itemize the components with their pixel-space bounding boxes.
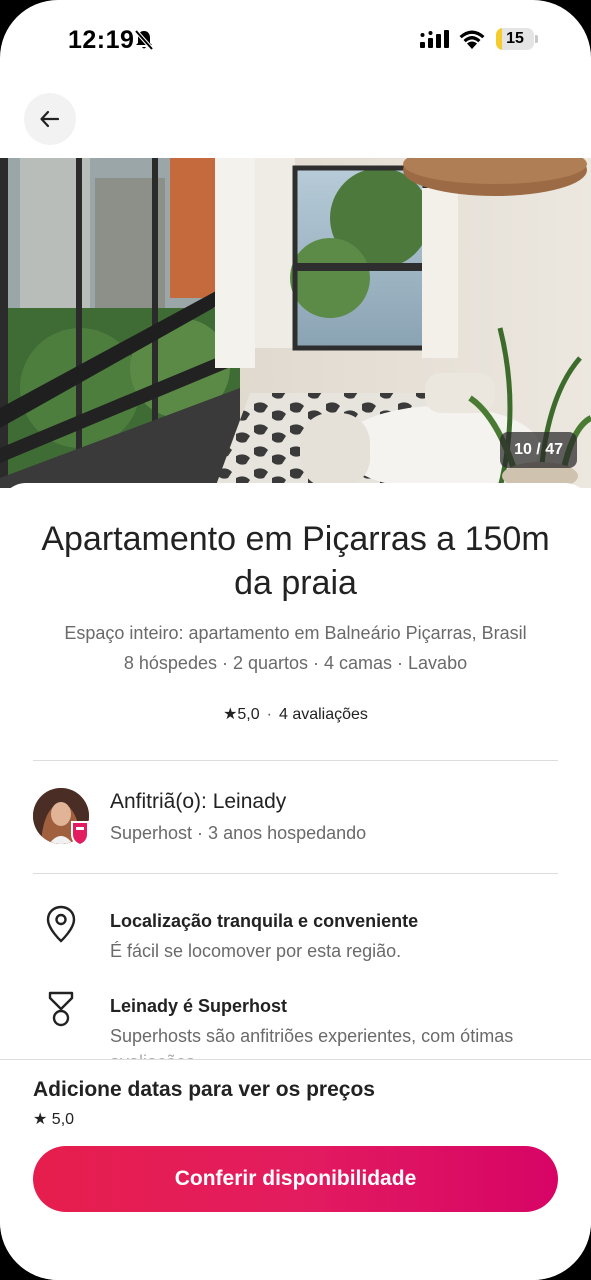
divider: [33, 760, 558, 761]
rating-summary[interactable]: ★5,0 · 4 avaliações: [0, 704, 591, 724]
superhost-medal-icon: [48, 991, 74, 1027]
feature-description: Superhosts são anfitriões experientes, c…: [110, 1026, 514, 1046]
reviews-link[interactable]: 4 avaliações: [279, 706, 368, 723]
superhost-badge-icon: [71, 821, 89, 846]
booking-rating: ★ 5,0: [33, 1109, 74, 1129]
phone-screen: 12:19 15 10 / 47 Apartamento em Piçarras…: [0, 0, 591, 1280]
rating-value: 5,0: [237, 706, 260, 723]
host-meta: Superhost · 3 anos hospedando: [110, 823, 367, 843]
arrow-left-icon: [40, 110, 60, 128]
star-icon: ★: [33, 1111, 48, 1128]
listing-subtitle: Espaço inteiro: apartamento em Balneário…: [64, 623, 527, 643]
bell-off-icon: [134, 29, 154, 51]
divider: [33, 873, 558, 874]
feature-title: Leinady é Superhost: [110, 996, 288, 1016]
price-prompt: Adicione datas para ver os preços: [33, 1078, 375, 1101]
listing-details-sheet: Apartamento em Piçarras a 150m da praia …: [0, 483, 591, 1083]
photo-counter: 10 / 47: [500, 432, 577, 468]
status-bar: 12:19 15: [0, 0, 591, 80]
check-availability-button[interactable]: Conferir disponibilidade: [33, 1146, 558, 1212]
booking-rating-value: 5,0: [51, 1111, 75, 1128]
feature-title: Localização tranquila e conveniente: [110, 911, 419, 931]
signal-icon: [420, 30, 449, 48]
listing-title: Apartamento em Piçarras a 150m da praia: [41, 520, 550, 602]
star-icon: ★: [223, 706, 238, 723]
battery-icon: 15: [496, 28, 538, 50]
listing-capacity: 8 hóspedes · 2 quartos · 4 camas · Lavab…: [123, 653, 468, 673]
host-name[interactable]: Anfitriã(o): Leinady: [110, 790, 286, 814]
booking-bar: Adicione datas para ver os preços ★ 5,0 …: [0, 1059, 591, 1280]
battery-level: 15: [506, 30, 524, 47]
status-time: 12:19: [68, 26, 135, 54]
rating-separator: ·: [266, 706, 272, 723]
location-pin-icon: [46, 905, 76, 943]
wifi-icon: [459, 30, 485, 49]
listing-photo[interactable]: 10 / 47: [0, 158, 591, 488]
feature-description: É fácil se locomover por esta região.: [110, 941, 402, 961]
back-button[interactable]: [24, 93, 76, 145]
